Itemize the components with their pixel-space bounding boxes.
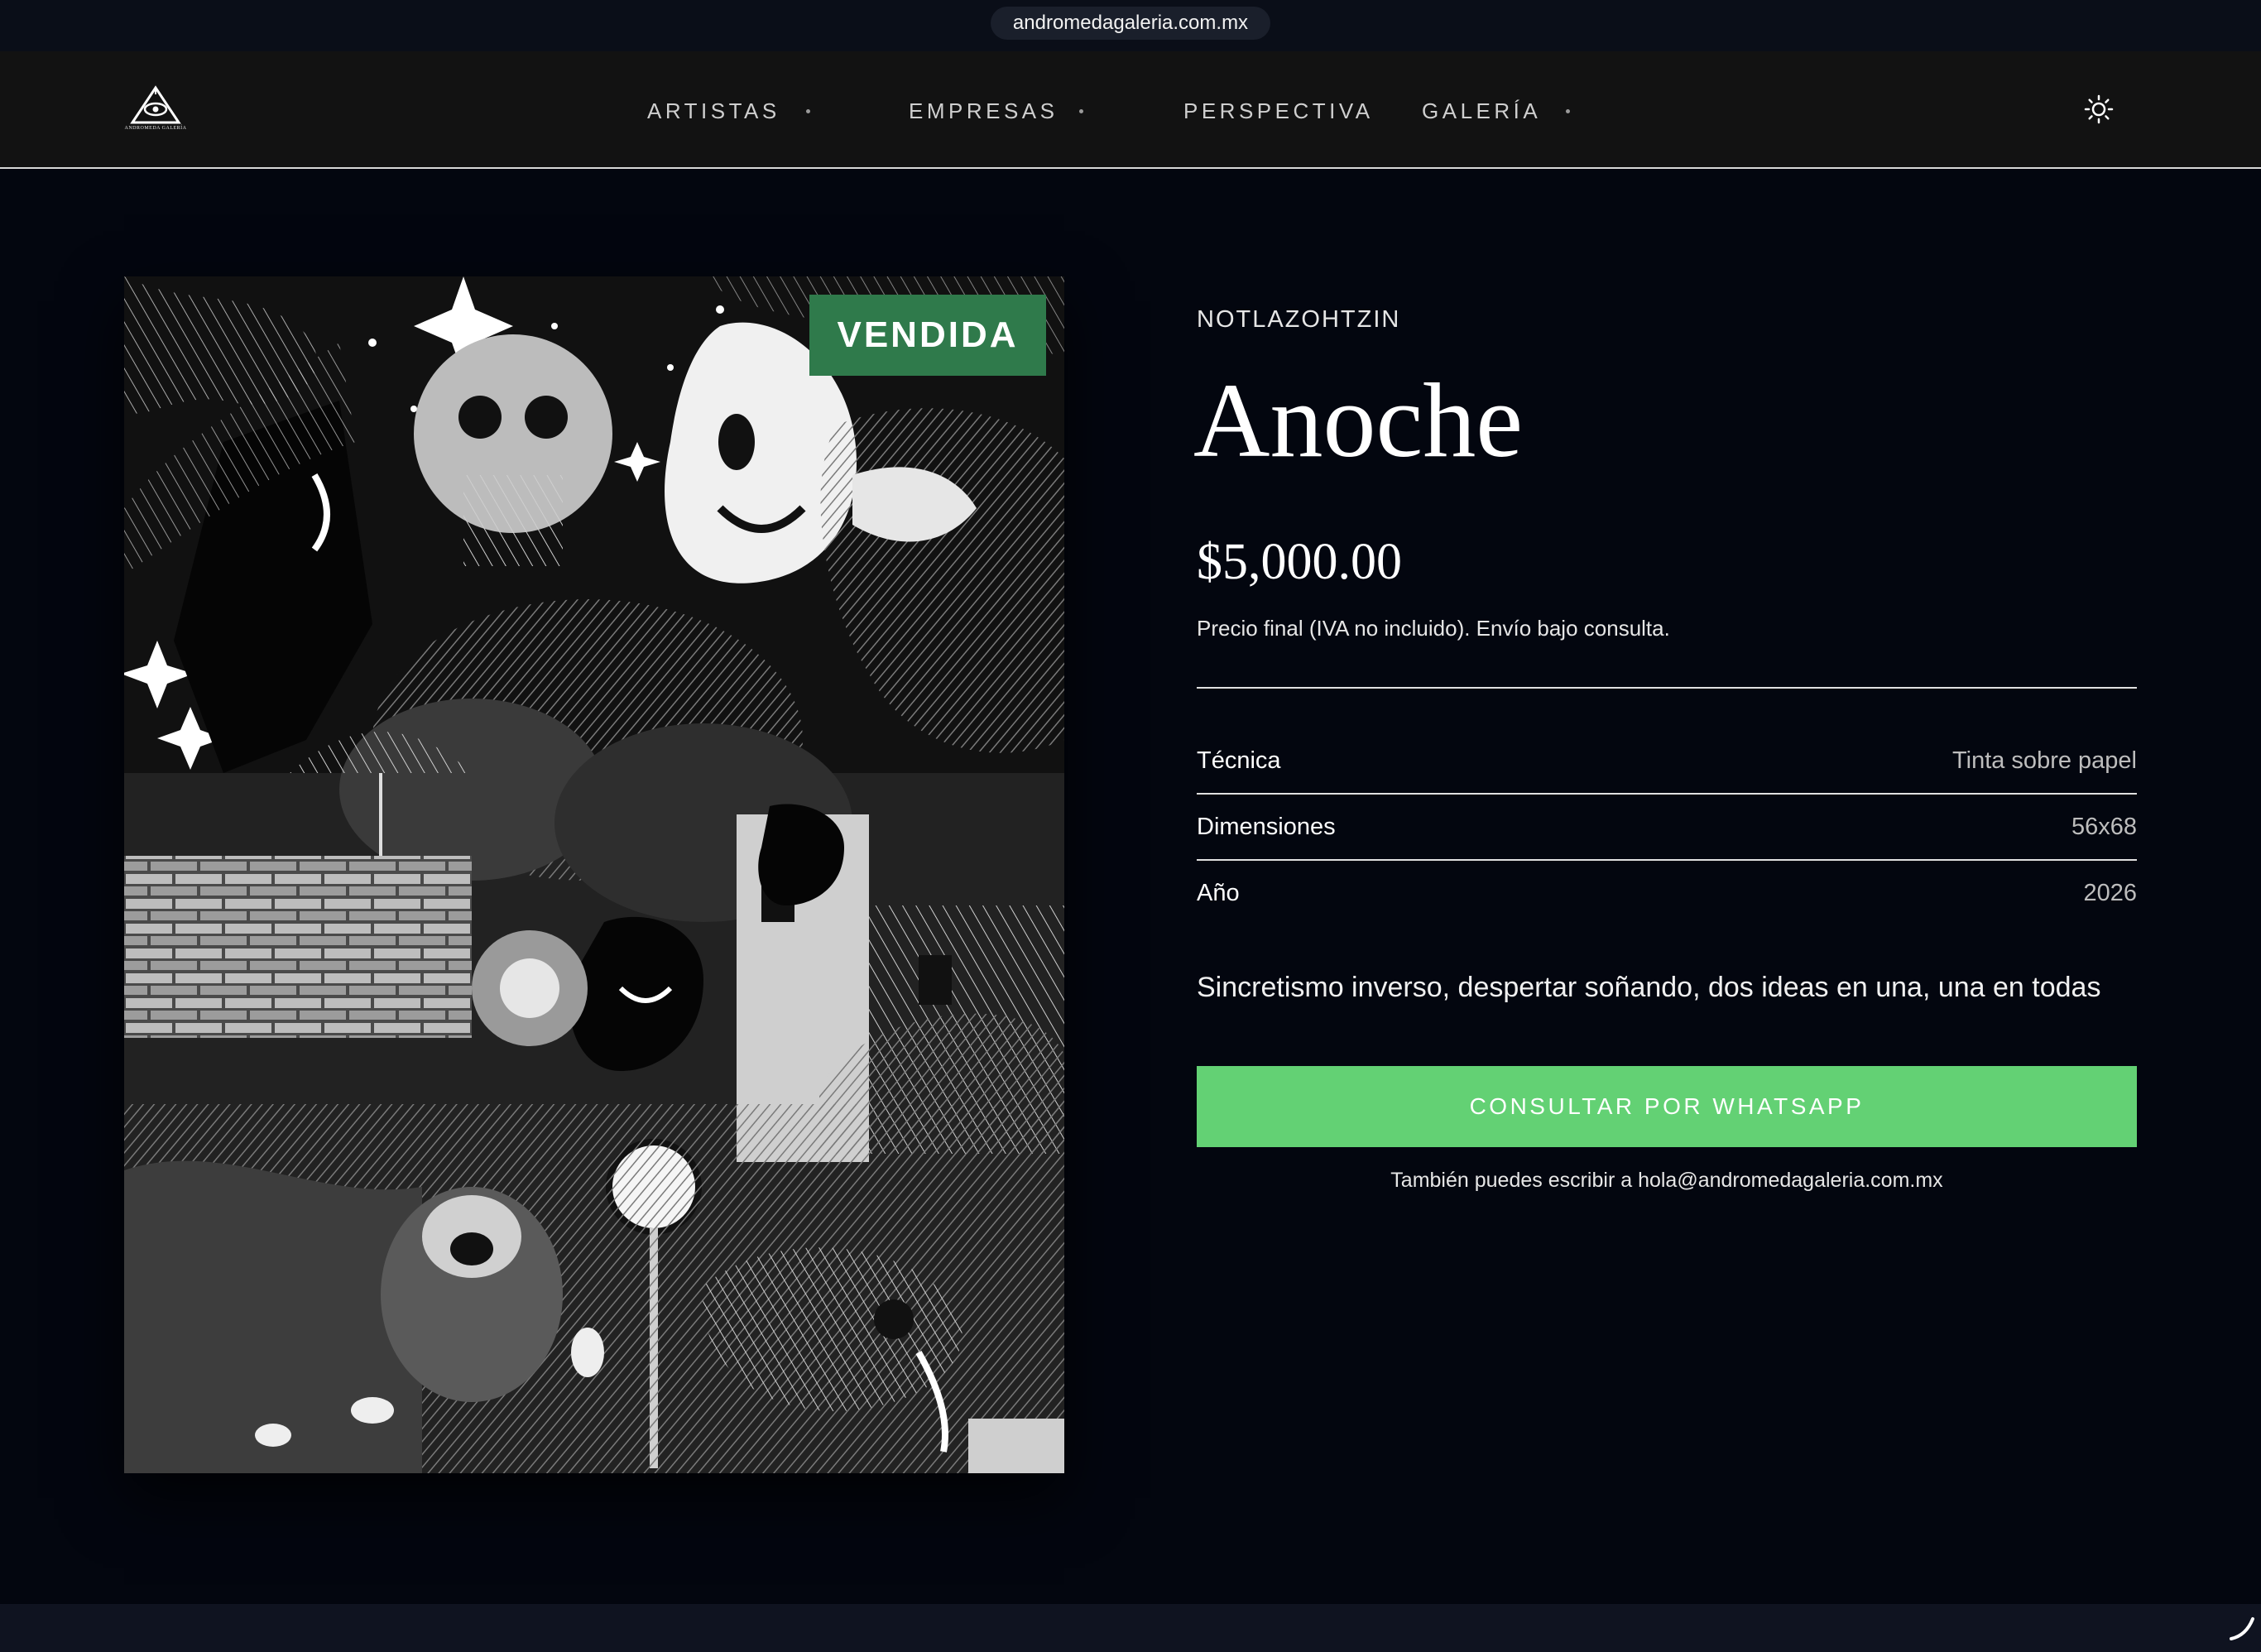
gallery-logo[interactable]: ANDROMEDA GALERÍA bbox=[124, 84, 187, 136]
price-note: Precio final (IVA no incluido). Envío ba… bbox=[1197, 616, 1670, 641]
whatsapp-inquiry-button[interactable]: CONSULTAR POR WHATSAPP bbox=[1197, 1066, 2137, 1147]
sun-icon bbox=[2084, 94, 2114, 124]
browser-top-bar: andromedagaleria.com.mx bbox=[0, 0, 2261, 51]
site-header: ANDROMEDA GALERÍA ARTISTAS EMPRESAS PERS… bbox=[0, 51, 2261, 169]
artwork-illustration bbox=[124, 276, 1064, 1473]
divider bbox=[1197, 687, 2137, 689]
chevron-down-icon[interactable] bbox=[1079, 109, 1083, 113]
theme-toggle-button[interactable] bbox=[2084, 94, 2114, 124]
nav-item-empresas[interactable]: EMPRESAS bbox=[909, 94, 1058, 127]
spec-label: Dimensiones bbox=[1197, 814, 1336, 840]
artwork-description: Sincretismo inverso, despertar soñando, … bbox=[1197, 972, 2101, 1003]
spec-value: 56x68 bbox=[2071, 814, 2137, 840]
artwork-image[interactable]: VENDIDA bbox=[124, 276, 1064, 1473]
logo-text: ANDROMEDA GALERÍA bbox=[124, 126, 187, 131]
footer-strip bbox=[0, 1604, 2261, 1652]
spec-row-ano: Año 2026 bbox=[1197, 876, 2137, 910]
divider bbox=[1197, 793, 2137, 795]
chevron-down-icon[interactable] bbox=[806, 109, 810, 113]
divider bbox=[1197, 859, 2137, 861]
chevron-down-icon[interactable] bbox=[1566, 109, 1570, 113]
spec-row-tecnica: Técnica Tinta sobre papel bbox=[1197, 744, 2137, 777]
spec-label: Año bbox=[1197, 880, 1240, 906]
artwork-title: Anoche bbox=[1193, 362, 1524, 479]
nav-item-artistas[interactable]: ARTISTAS bbox=[647, 94, 780, 127]
artist-name[interactable]: NOTLAZOHTZIN bbox=[1197, 306, 1400, 334]
sold-badge: VENDIDA bbox=[809, 295, 1046, 376]
address-bar[interactable]: andromedagaleria.com.mx bbox=[991, 7, 1270, 40]
spec-value: Tinta sobre papel bbox=[1951, 747, 2137, 774]
email-contact-note[interactable]: También puedes escribir a hola@andromeda… bbox=[1197, 1169, 2137, 1193]
nav-item-galeria[interactable]: GALERÍA bbox=[1422, 94, 1541, 127]
artwork-price: $5,000.00 bbox=[1197, 534, 1402, 590]
spec-label: Técnica bbox=[1197, 747, 1281, 774]
spec-value: 2026 bbox=[2083, 880, 2137, 906]
corner-handle-icon bbox=[2226, 1612, 2256, 1642]
spec-row-dimensiones: Dimensiones 56x68 bbox=[1197, 810, 2137, 843]
nav-item-perspectiva[interactable]: PERSPECTIVA bbox=[1183, 94, 1374, 127]
eye-pyramid-icon bbox=[130, 85, 181, 124]
